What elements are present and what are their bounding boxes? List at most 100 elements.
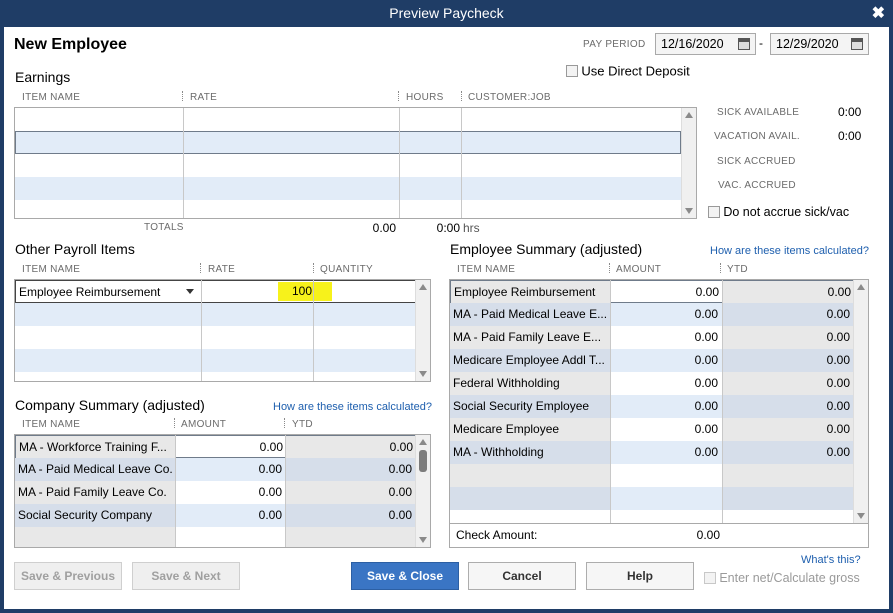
employee-item-amount[interactable]: 0.00 (610, 303, 722, 326)
scroll-up-icon[interactable] (419, 284, 427, 290)
empty-cell (285, 527, 415, 547)
employee-item-amount[interactable]: 0.00 (610, 395, 722, 418)
scroll-down-icon[interactable] (419, 371, 427, 377)
column-separator (200, 263, 201, 273)
table-row[interactable] (15, 108, 683, 131)
other-payroll-grid[interactable]: Employee Reimbursement 100 (14, 279, 431, 382)
help-button[interactable]: Help (586, 562, 694, 590)
save-close-button[interactable]: Save & Close (351, 562, 459, 590)
no-accrue-checkbox[interactable] (708, 205, 720, 218)
table-row[interactable] (15, 349, 417, 372)
table-row[interactable]: Medicare Employee Addl T... 0.00 0.00 (450, 349, 855, 372)
scroll-up-icon[interactable] (419, 439, 427, 445)
employee-item-name: MA - Withholding (450, 441, 610, 464)
employee-item-amount[interactable]: 0.00 (610, 418, 722, 441)
table-row[interactable] (15, 177, 683, 200)
employee-item-ytd: 0.00 (722, 303, 855, 326)
table-row[interactable] (15, 303, 417, 326)
table-row[interactable]: MA - Paid Family Leave Co. 0.00 0.00 (15, 481, 417, 504)
other-payroll-scrollbar[interactable] (415, 280, 430, 381)
column-separator (284, 418, 285, 428)
check-amount-value: 0.00 (696, 528, 720, 542)
employee-item-amount[interactable]: 0.00 (610, 326, 722, 349)
column-separator (174, 418, 175, 428)
table-row[interactable]: MA - Withholding 0.00 0.00 (450, 441, 855, 464)
company-item-ytd: 0.00 (285, 504, 415, 527)
title-bar: Preview Paycheck ✖ (0, 0, 893, 27)
scroll-up-icon[interactable] (685, 112, 693, 118)
scroll-down-icon[interactable] (419, 537, 427, 543)
table-row[interactable]: Federal Withholding 0.00 0.00 (450, 372, 855, 395)
column-separator (182, 91, 183, 101)
other-col-quantity: QUANTITY (320, 264, 373, 275)
earnings-scrollbar[interactable] (681, 108, 696, 218)
company-item-amount[interactable]: 0.00 (175, 504, 285, 527)
empty-cell (610, 487, 722, 510)
scroll-down-icon[interactable] (857, 513, 865, 519)
employee-item-amount[interactable]: 0.00 (610, 349, 722, 372)
earnings-grid[interactable] (14, 107, 697, 219)
employee-item-amount[interactable]: 0.00 (610, 441, 722, 464)
employee-item-name: MA - Paid Medical Leave E... (450, 303, 610, 326)
company-item-amount[interactable]: 0.00 (175, 481, 285, 504)
table-row[interactable]: Employee Reimbursement 0.00 0.00 (450, 280, 855, 304)
save-previous-button[interactable]: Save & Previous (14, 562, 122, 590)
employee-summary-scrollbar[interactable] (853, 280, 868, 523)
preview-paycheck-window: Preview Paycheck ✖ New Employee PAY PERI… (0, 0, 893, 613)
empty-cell (15, 527, 175, 547)
calendar-icon[interactable] (738, 38, 750, 50)
pay-period-start-input[interactable]: 12/16/2020 (655, 33, 756, 55)
table-row[interactable] (15, 200, 683, 218)
direct-deposit-option[interactable]: Use Direct Deposit (566, 63, 690, 78)
table-row[interactable] (15, 154, 683, 177)
employee-col-item: ITEM NAME (457, 264, 516, 275)
close-icon[interactable]: ✖ (872, 0, 885, 27)
other-item-rate-input[interactable]: 100 (278, 282, 332, 301)
table-row[interactable] (15, 527, 417, 547)
company-summary-scrollbar[interactable] (415, 435, 430, 547)
employee-item-ytd: 0.00 (722, 372, 855, 395)
empty-cell (722, 487, 855, 510)
enter-net-checkbox[interactable] (704, 571, 716, 584)
company-item-amount[interactable]: 0.00 (175, 458, 285, 481)
scroll-down-icon[interactable] (685, 208, 693, 214)
sick-available-label: SICK AVAILABLE (717, 107, 800, 118)
no-accrue-option[interactable]: Do not accrue sick/vac (708, 204, 849, 219)
column-separator (398, 91, 399, 101)
employee-item-amount[interactable]: 0.00 (611, 281, 723, 304)
grid-line (183, 108, 184, 218)
calendar-icon[interactable] (851, 38, 863, 50)
employee-item-ytd: 0.00 (722, 349, 855, 372)
table-row[interactable]: Employee Reimbursement 100 (15, 280, 417, 303)
table-row[interactable]: MA - Paid Medical Leave E... 0.00 0.00 (450, 303, 855, 326)
employee-help-link[interactable]: How are these items calculated? (710, 245, 869, 257)
table-row[interactable]: Social Security Company 0.00 0.00 (15, 504, 417, 527)
table-row[interactable]: MA - Workforce Training F... 0.00 0.00 (15, 435, 417, 459)
employee-item-amount[interactable]: 0.00 (610, 372, 722, 395)
table-row[interactable] (15, 326, 417, 349)
table-row[interactable]: Social Security Employee 0.00 0.00 (450, 395, 855, 418)
other-item-name[interactable]: Employee Reimbursement (19, 281, 179, 304)
table-row[interactable]: MA - Paid Medical Leave Co. 0.00 0.00 (15, 458, 417, 481)
table-row[interactable]: Medicare Employee 0.00 0.00 (450, 418, 855, 441)
scroll-thumb[interactable] (419, 450, 427, 472)
column-separator (609, 263, 610, 273)
save-next-button[interactable]: Save & Next (132, 562, 240, 590)
employee-summary-grid[interactable]: Employee Reimbursement 0.00 0.00 MA - Pa… (449, 279, 869, 524)
table-row[interactable]: MA - Paid Family Leave E... 0.00 0.00 (450, 326, 855, 349)
cancel-button[interactable]: Cancel (468, 562, 576, 590)
whats-this-link[interactable]: What's this? (801, 554, 861, 566)
company-item-ytd: 0.00 (285, 481, 415, 504)
date-separator: - (759, 36, 763, 50)
company-item-amount[interactable]: 0.00 (176, 436, 286, 459)
direct-deposit-checkbox[interactable] (566, 64, 578, 77)
enter-net-option[interactable]: Enter net/Calculate gross (704, 570, 860, 585)
earnings-totals-label: TOTALS (144, 222, 184, 233)
pay-period-end-input[interactable]: 12/29/2020 (770, 33, 869, 55)
company-help-link[interactable]: How are these items calculated? (273, 401, 432, 413)
scroll-up-icon[interactable] (857, 284, 865, 290)
company-summary-grid[interactable]: MA - Workforce Training F... 0.00 0.00 M… (14, 434, 431, 548)
table-row[interactable] (15, 131, 681, 154)
dropdown-arrow-icon[interactable] (186, 289, 194, 294)
company-col-item: ITEM NAME (22, 419, 81, 430)
